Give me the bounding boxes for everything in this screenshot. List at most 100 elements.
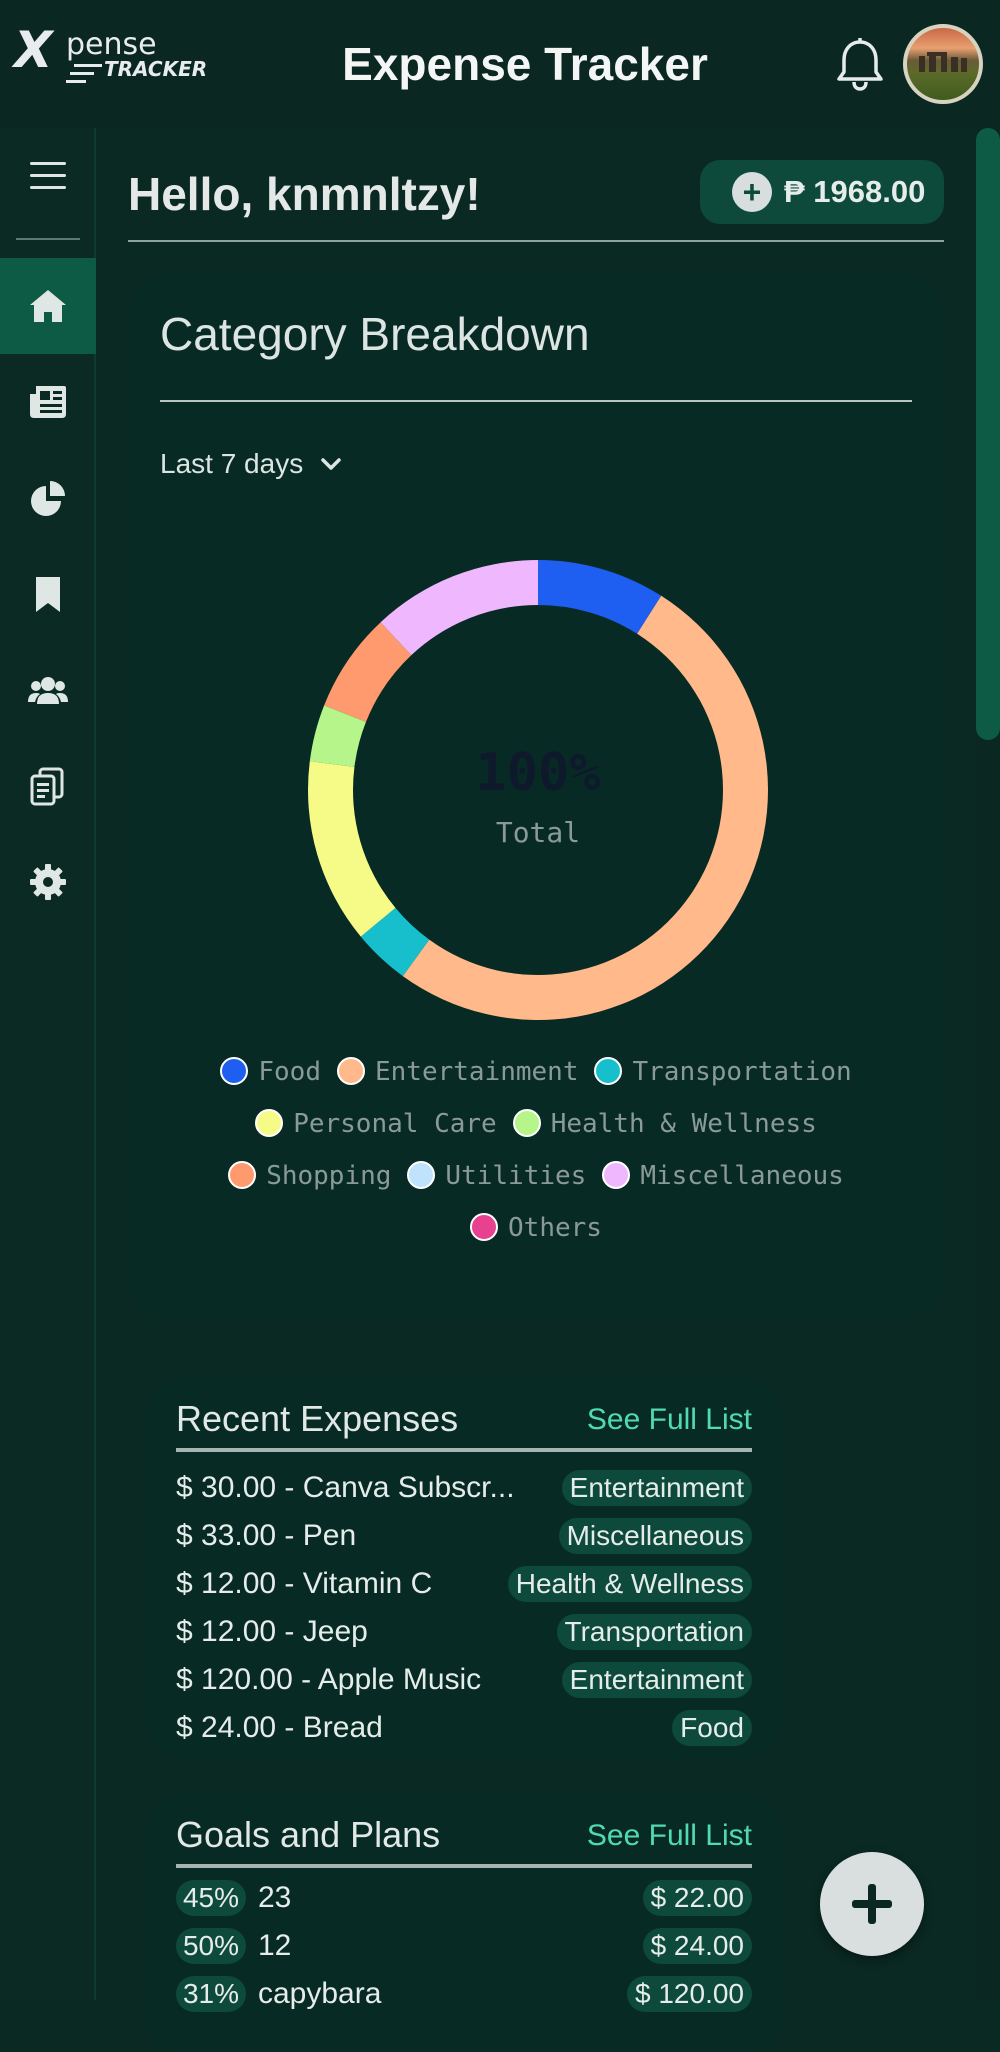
legend-label: Entertainment (374, 1057, 579, 1087)
category-tag: Food (672, 1710, 752, 1746)
category-tag: Health & Wellness (507, 1566, 752, 1602)
legend-swatch (220, 1057, 249, 1085)
pie-chart-icon (31, 481, 65, 516)
logo-speed-line (70, 72, 94, 75)
card-divider (176, 1864, 752, 1868)
chevron-down-icon (321, 458, 341, 470)
goal-name: capybara (258, 1977, 382, 2010)
donut-slice-food[interactable] (538, 560, 662, 634)
legend-label: Others (508, 1213, 602, 1243)
expense-text: $ 120.00 - Apple Music (176, 1663, 482, 1696)
goal-row[interactable]: 45% 23 $ 22.00 (176, 1876, 752, 1920)
balance-pill[interactable]: + ₱ 1968.00 (700, 160, 944, 224)
plus-icon (852, 1884, 892, 1924)
gear-icon (30, 864, 66, 900)
expense-row[interactable]: $ 120.00 - Apple Music Entertainment (176, 1658, 752, 1702)
home-icon (30, 290, 66, 322)
scrollbar-thumb[interactable] (976, 128, 1000, 740)
logo-x: X (14, 21, 53, 79)
expense-row[interactable]: $ 33.00 - Pen Miscellaneous (176, 1514, 752, 1558)
sidebar (0, 128, 96, 2000)
legend-label: Transportation (632, 1057, 852, 1087)
donut-slice-miscellaneous[interactable] (380, 560, 538, 656)
expense-row[interactable]: $ 12.00 - Vitamin C Health & Wellness (176, 1562, 752, 1606)
expense-text: $ 12.00 - Vitamin C (176, 1567, 433, 1600)
balance-amount: ₱ 1968.00 (784, 174, 926, 209)
legend-row: Shopping Utilities Miscellaneous (128, 1150, 944, 1202)
sidebar-item-groups[interactable] (0, 642, 96, 738)
category-tag: Miscellaneous (558, 1518, 752, 1554)
expense-row[interactable]: $ 30.00 - Canva Subscr... Entertainment (176, 1466, 752, 1510)
goal-progress-badge: 31% (176, 1976, 246, 2012)
card-divider (160, 400, 912, 402)
goal-name: 12 (258, 1929, 292, 1962)
logo-speed-line (74, 64, 102, 67)
card-header: Goals and Plans See Full List (176, 1810, 752, 1860)
bell-icon[interactable] (834, 36, 886, 92)
see-full-list-link[interactable]: See Full List (587, 1400, 752, 1440)
sidebar-item-newspaper[interactable] (0, 354, 96, 450)
legend-swatch (470, 1213, 499, 1241)
goal-row[interactable]: 31% capybara $ 120.00 (176, 1972, 752, 2016)
recent-expenses-card: Recent Expenses See Full List $ 30.00 - … (144, 1376, 784, 1760)
legend-swatch (594, 1057, 623, 1085)
category-breakdown-card: Category Breakdown Last 7 days 100% Tota… (128, 274, 944, 1318)
legend-item[interactable]: Utilities (407, 1150, 586, 1202)
goal-progress-badge: 50% (176, 1928, 246, 1964)
sidebar-item-bookmarks[interactable] (0, 546, 96, 642)
legend-row: Food Entertainment Transportation (128, 1046, 944, 1098)
see-full-list-link[interactable]: See Full List (587, 1816, 752, 1856)
date-range-dropdown[interactable]: Last 7 days (160, 446, 341, 482)
donut-slice-personal-care[interactable] (308, 761, 396, 937)
greeting-divider (128, 240, 944, 242)
legend-swatch (512, 1109, 541, 1137)
goals-plans-card: Goals and Plans See Full List 45% 23 $ 22.… (144, 1792, 784, 2052)
sidebar-divider (16, 238, 80, 240)
card-header: Recent Expenses See Full List (176, 1394, 752, 1444)
legend-item[interactable]: Miscellaneous (602, 1150, 844, 1202)
goal-row[interactable]: 50% 12 $ 24.00 (176, 1924, 752, 1968)
legend-label: Miscellaneous (640, 1161, 844, 1191)
top-bar: X pense TRACKER Expense Tracker (0, 0, 1000, 128)
avatar[interactable] (903, 24, 983, 104)
expense-row[interactable]: $ 24.00 - Bread Food (176, 1706, 752, 1750)
expense-text: $ 24.00 - Bread (176, 1711, 383, 1744)
card-title: Category Breakdown (160, 308, 590, 360)
sidebar-item-records[interactable] (0, 738, 96, 834)
sidebar-item-home[interactable] (0, 258, 96, 354)
add-balance-icon[interactable]: + (732, 172, 772, 212)
expense-row[interactable]: $ 12.00 - Jeep Transportation (176, 1610, 752, 1654)
legend-item[interactable]: Health & Wellness (512, 1098, 817, 1150)
clipboard-icon (30, 767, 64, 806)
legend-label: Food (258, 1057, 321, 1087)
menu-icon[interactable] (30, 162, 66, 190)
card-title: Recent Expenses (176, 1398, 459, 1439)
legend-item[interactable]: Transportation (594, 1046, 852, 1098)
goal-progress-badge: 45% (176, 1880, 246, 1916)
legend-label: Health & Wellness (550, 1109, 817, 1139)
donut-chart[interactable]: 100% Total (288, 540, 788, 1040)
legend-item[interactable]: Food (220, 1046, 321, 1098)
category-tag: Entertainment (561, 1662, 752, 1698)
legend-item[interactable]: Shopping (228, 1150, 391, 1202)
legend-item[interactable]: Others (470, 1202, 602, 1254)
sidebar-item-reports[interactable] (0, 450, 96, 546)
legend-swatch (228, 1161, 257, 1189)
chart-center-value: 100% (475, 743, 600, 803)
add-expense-button[interactable] (820, 1852, 924, 1956)
legend-item[interactable]: Entertainment (336, 1046, 579, 1098)
sidebar-item-settings[interactable] (0, 834, 96, 930)
page-title: Expense Tracker (342, 38, 708, 90)
app-logo[interactable]: X pense TRACKER (14, 24, 207, 83)
category-tag: Entertainment (561, 1470, 752, 1506)
legend-item[interactable]: Personal Care (255, 1098, 497, 1150)
expense-text: $ 33.00 - Pen (176, 1519, 357, 1552)
date-range-label: Last 7 days (160, 448, 304, 479)
legend-swatch (602, 1161, 631, 1189)
goal-amount: $ 24.00 (642, 1928, 752, 1964)
logo-tracker: TRACKER (104, 57, 208, 81)
goal-amount: $ 22.00 (642, 1880, 752, 1916)
donut-slice-entertainment[interactable] (402, 595, 769, 1021)
legend-swatch (255, 1109, 284, 1137)
category-tag: Transportation (556, 1614, 752, 1650)
